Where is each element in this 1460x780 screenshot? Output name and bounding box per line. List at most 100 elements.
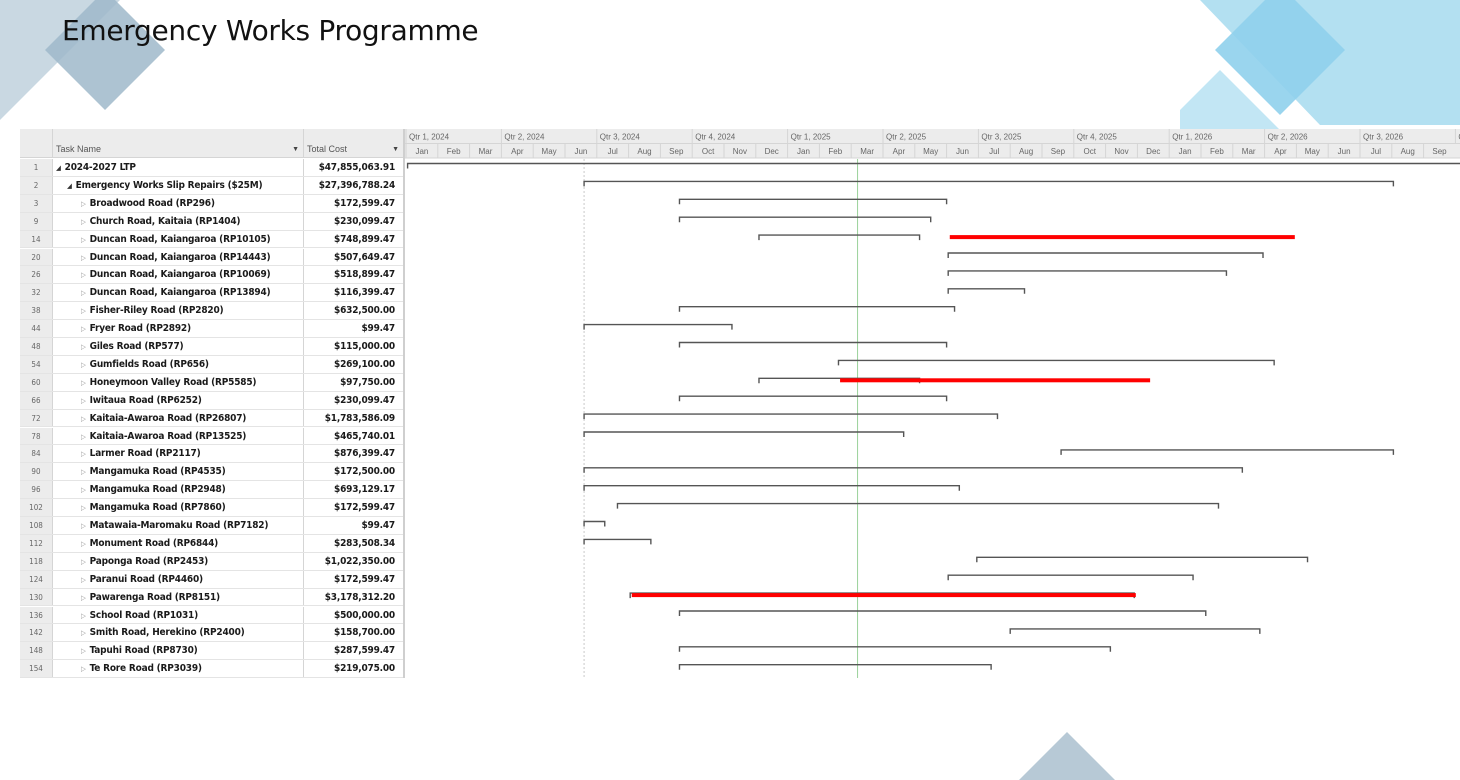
task-name-cell[interactable]: ▷ Duncan Road, Kaiangaroa (RP10069) bbox=[81, 266, 303, 283]
expand-icon[interactable]: ▷ bbox=[81, 289, 86, 297]
task-name-cell[interactable]: ▷ Iwitaua Road (RP6252) bbox=[81, 392, 303, 409]
summary-bar[interactable] bbox=[583, 520, 606, 527]
table-row[interactable]: 26 ▷ Duncan Road, Kaiangaroa (RP10069) $518… bbox=[20, 266, 403, 285]
table-row[interactable]: 84 ▷ Larmer Road (RP2117) $876,399.47 bbox=[20, 445, 403, 464]
table-row[interactable]: 1 ◢ 2024-2027 LTP $47,855,063.91 bbox=[20, 159, 403, 177]
summary-bar[interactable] bbox=[678, 198, 948, 205]
task-name-cell[interactable]: ▷ Fisher-Riley Road (RP2820) bbox=[81, 302, 303, 319]
task-name-cell[interactable]: ▷ Pawarenga Road (RP8151) bbox=[81, 589, 303, 606]
table-row[interactable]: 118 ▷ Paponga Road (RP2453) $1,022,350.00 bbox=[20, 552, 403, 571]
table-row[interactable]: 102 ▷ Mangamuka Road (RP7860) $172,599.47 bbox=[20, 499, 403, 517]
task-name-cell[interactable]: ▷ Monument Road (RP6844) bbox=[81, 535, 303, 552]
task-name-cell[interactable]: ▷ Te Rore Road (RP3039) bbox=[81, 660, 303, 677]
expand-icon[interactable]: ▷ bbox=[81, 647, 86, 655]
table-row[interactable]: 96 ▷ Mangamuka Road (RP2948) $693,129.17 bbox=[20, 481, 403, 500]
chevron-down-icon[interactable]: ▼ bbox=[392, 146, 399, 153]
summary-bar[interactable] bbox=[678, 395, 948, 402]
task-name-cell[interactable]: ▷ Kaitaia-Awaroa Road (RP26807) bbox=[81, 410, 303, 427]
table-row[interactable]: 2 ◢ Emergency Works Slip Repairs ($25M) $27… bbox=[20, 176, 403, 195]
table-row[interactable]: 66 ▷ Iwitaua Road (RP6252) $230,099.47 bbox=[20, 391, 403, 410]
summary-bar[interactable] bbox=[678, 341, 948, 348]
task-name-cell[interactable]: ▷ Fryer Road (RP2892) bbox=[81, 320, 303, 337]
task-name-cell[interactable]: ▷ Kaitaia-Awaroa Road (RP13525) bbox=[81, 428, 303, 445]
expand-icon[interactable]: ▷ bbox=[81, 397, 86, 405]
summary-bar[interactable] bbox=[583, 538, 652, 545]
critical-path-bar[interactable] bbox=[840, 378, 1151, 383]
expand-icon[interactable]: ▷ bbox=[81, 486, 86, 494]
table-row[interactable]: 142 ▷ Smith Road, Herekino (RP2400) $158,70… bbox=[20, 624, 403, 643]
collapse-icon[interactable]: ◢ bbox=[56, 164, 61, 172]
task-name-cell[interactable]: ▷ Matawaia-Maromaku Road (RP7182) bbox=[81, 517, 303, 534]
summary-bar[interactable] bbox=[678, 216, 932, 223]
expand-icon[interactable]: ▷ bbox=[81, 325, 86, 333]
summary-bar[interactable] bbox=[616, 502, 1220, 509]
task-name-cell[interactable]: ▷ Gumfields Road (RP656) bbox=[81, 356, 303, 373]
expand-icon[interactable]: ▷ bbox=[81, 307, 86, 315]
summary-bar[interactable] bbox=[678, 664, 992, 670]
summary-bar[interactable] bbox=[837, 359, 1275, 366]
summary-bar[interactable] bbox=[1009, 628, 1261, 634]
table-row[interactable]: 72 ▷ Kaitaia-Awaroa Road (RP26807) $1,783,5… bbox=[20, 409, 403, 428]
task-name-cell[interactable]: ▷ Church Road, Kaitaia (RP1404) bbox=[81, 213, 303, 230]
table-row[interactable]: 130 ▷ Pawarenga Road (RP8151) $3,178,312.20 bbox=[20, 588, 403, 607]
table-row[interactable]: 54 ▷ Gumfields Road (RP656) $269,100.00 bbox=[20, 355, 403, 374]
task-name-cell[interactable]: ▷ Paponga Road (RP2453) bbox=[81, 553, 303, 570]
summary-bar[interactable] bbox=[583, 323, 733, 330]
expand-icon[interactable]: ▷ bbox=[81, 558, 86, 566]
summary-bar[interactable] bbox=[947, 252, 1264, 258]
summary-bar[interactable] bbox=[1060, 449, 1395, 455]
task-name-cell[interactable]: ▷ Duncan Road, Kaiangaroa (RP13894) bbox=[81, 284, 303, 301]
summary-bar[interactable] bbox=[947, 288, 1026, 294]
summary-bar[interactable] bbox=[758, 234, 921, 241]
table-row[interactable]: 20 ▷ Duncan Road, Kaiangaroa (RP14443) $507… bbox=[20, 248, 403, 267]
table-row[interactable]: 32 ▷ Duncan Road, Kaiangaroa (RP13894) $116… bbox=[20, 284, 403, 303]
summary-bar[interactable] bbox=[583, 467, 1244, 473]
task-name-cell[interactable]: ▷ Tapuhi Road (RP8730) bbox=[81, 642, 303, 659]
table-row[interactable]: 9 ▷ Church Road, Kaitaia (RP1404) $230,099.… bbox=[20, 212, 403, 231]
expand-icon[interactable]: ▷ bbox=[81, 450, 86, 458]
task-name-column-header[interactable]: Task Name ▼ bbox=[53, 129, 303, 158]
task-name-cell[interactable]: ▷ Paranui Road (RP4460) bbox=[81, 571, 303, 588]
critical-path-bar[interactable] bbox=[631, 593, 1136, 598]
task-name-cell[interactable]: ◢ 2024-2027 LTP bbox=[56, 159, 303, 176]
summary-bar[interactable] bbox=[583, 413, 999, 420]
table-row[interactable]: 90 ▷ Mangamuka Road (RP4535) $172,500.00 bbox=[20, 463, 403, 482]
table-row[interactable]: 44 ▷ Fryer Road (RP2892) $99.47 bbox=[20, 320, 403, 338]
task-name-cell[interactable]: ◢ Emergency Works Slip Repairs ($25M) bbox=[67, 177, 303, 194]
expand-icon[interactable]: ▷ bbox=[81, 540, 86, 548]
task-name-cell[interactable]: ▷ Larmer Road (RP2117) bbox=[81, 445, 303, 462]
table-row[interactable]: 112 ▷ Monument Road (RP6844) $283,508.34 bbox=[20, 534, 403, 553]
task-name-cell[interactable]: ▷ Mangamuka Road (RP7860) bbox=[81, 499, 303, 516]
expand-icon[interactable]: ▷ bbox=[81, 433, 86, 441]
table-row[interactable]: 78 ▷ Kaitaia-Awaroa Road (RP13525) $465,740… bbox=[20, 427, 403, 446]
expand-icon[interactable]: ▷ bbox=[81, 629, 86, 637]
expand-icon[interactable]: ▷ bbox=[81, 415, 86, 423]
summary-bar[interactable] bbox=[678, 610, 1207, 616]
expand-icon[interactable]: ▷ bbox=[81, 254, 86, 262]
summary-bar[interactable] bbox=[406, 162, 1460, 169]
expand-icon[interactable]: ▷ bbox=[81, 218, 86, 226]
table-row[interactable]: 48 ▷ Giles Road (RP577) $115,000.00 bbox=[20, 338, 403, 356]
summary-bar[interactable] bbox=[947, 270, 1228, 276]
task-name-cell[interactable]: ▷ Mangamuka Road (RP4535) bbox=[81, 463, 303, 480]
table-row[interactable]: 154 ▷ Te Rore Road (RP3039) $219,075.00 bbox=[20, 660, 403, 679]
expand-icon[interactable]: ▷ bbox=[81, 343, 86, 351]
task-name-cell[interactable]: ▷ Smith Road, Herekino (RP2400) bbox=[81, 624, 303, 641]
expand-icon[interactable]: ▷ bbox=[81, 612, 86, 620]
expand-icon[interactable]: ▷ bbox=[81, 271, 86, 279]
task-name-cell[interactable]: ▷ School Road (RP1031) bbox=[81, 607, 303, 624]
chevron-down-icon[interactable]: ▼ bbox=[292, 146, 299, 153]
table-row[interactable]: 3 ▷ Broadwood Road (RP296) $172,599.47 bbox=[20, 194, 403, 213]
collapse-icon[interactable]: ◢ bbox=[67, 182, 72, 190]
task-name-cell[interactable]: ▷ Duncan Road, Kaiangaroa (RP14443) bbox=[81, 249, 303, 266]
task-name-cell[interactable]: ▷ Mangamuka Road (RP2948) bbox=[81, 481, 303, 498]
summary-bar[interactable] bbox=[678, 646, 1112, 652]
table-row[interactable]: 108 ▷ Matawaia-Maromaku Road (RP7182) $99.4… bbox=[20, 517, 403, 535]
expand-icon[interactable]: ▷ bbox=[81, 200, 86, 208]
summary-bar[interactable] bbox=[947, 574, 1194, 581]
expand-icon[interactable]: ▷ bbox=[81, 379, 86, 387]
task-name-cell[interactable]: ▷ Honeymoon Valley Road (RP5585) bbox=[81, 374, 303, 391]
summary-bar[interactable] bbox=[583, 180, 1395, 187]
summary-bar[interactable] bbox=[583, 485, 961, 491]
expand-icon[interactable]: ▷ bbox=[81, 236, 86, 244]
